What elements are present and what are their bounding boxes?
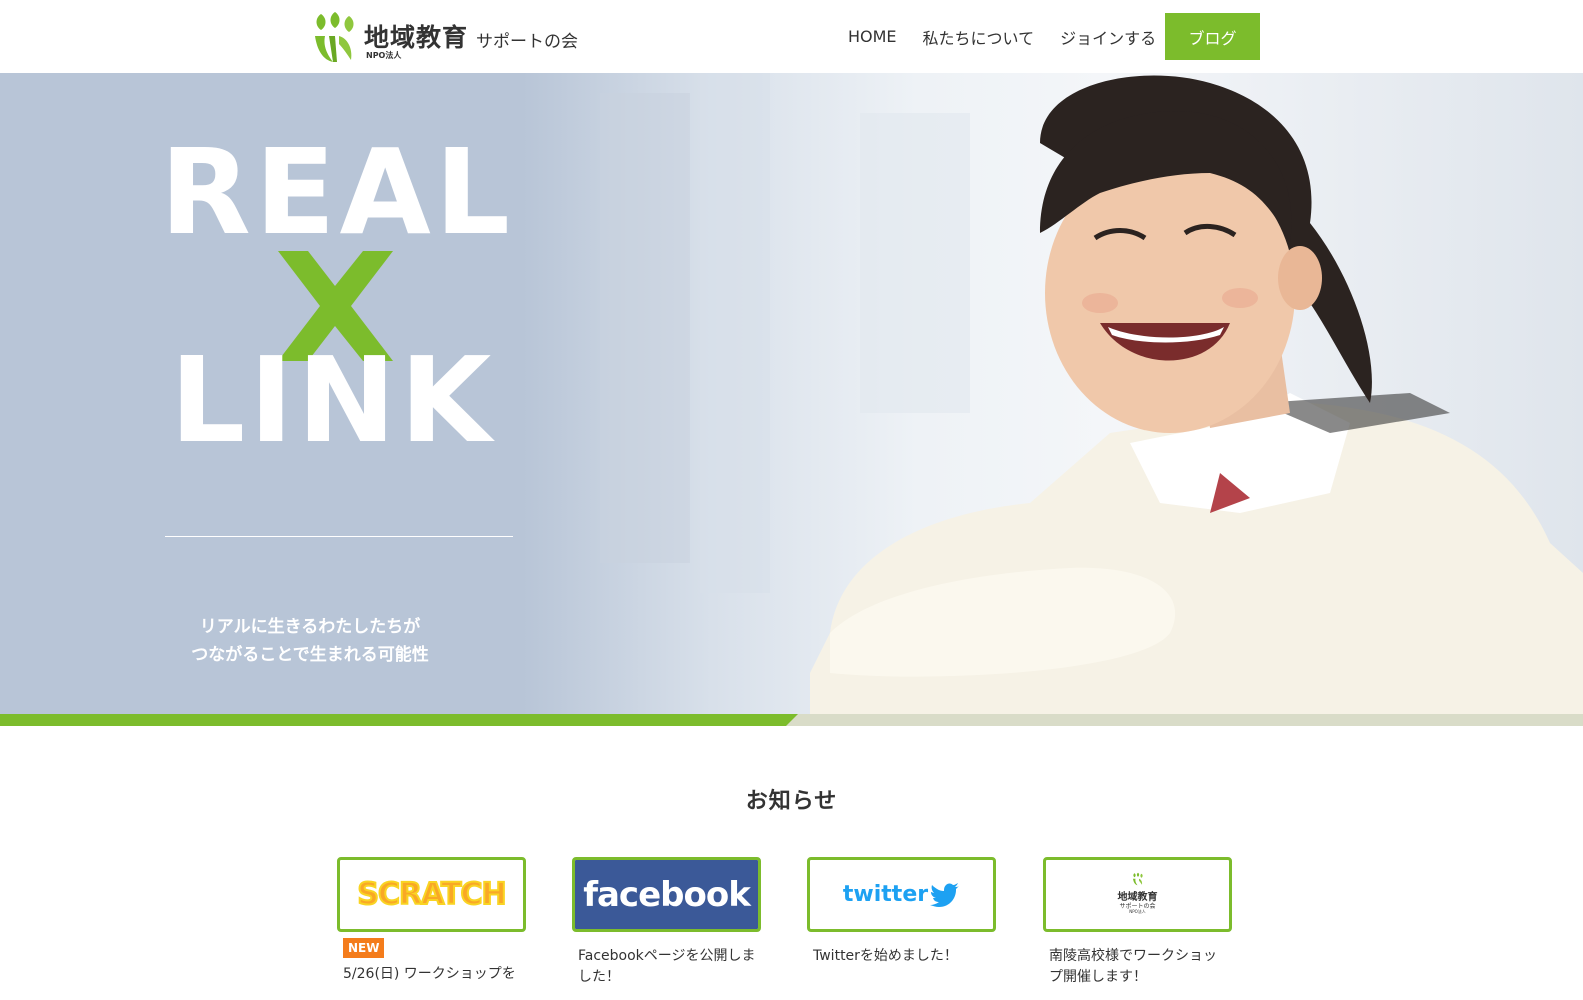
hero-student-photo xyxy=(810,75,1583,716)
logo-leaf-icon xyxy=(315,12,354,62)
news-card-twitter[interactable]: twitter Twitterを始めました！ xyxy=(807,857,996,967)
twitter-logo-text: twitter xyxy=(842,882,929,907)
new-badge: NEW xyxy=(343,938,385,958)
nav-join[interactable]: ジョインする xyxy=(1060,25,1156,49)
logo-leaf-icon xyxy=(1132,872,1143,885)
twitter-bird-icon xyxy=(930,882,960,907)
logo-main-text: 地域教育 xyxy=(364,23,469,52)
hero-bottom-band xyxy=(0,714,1583,726)
org-logo-small-npo: NPO法人 xyxy=(1129,908,1146,914)
news-card-facebook[interactable]: facebook Facebookページを公開しました！ xyxy=(572,857,761,988)
main-nav: HOME 私たちについて ジョインする xyxy=(848,13,1182,60)
tagline-line-2: つながることで生まれる可能性 xyxy=(191,645,429,665)
news-thumbnail[interactable]: facebook xyxy=(572,857,761,932)
news-card-workshop[interactable]: 地域教育 サポートの会 NPO法人 南陵高校様でワークショップ開催します！ xyxy=(1043,857,1232,988)
hero-divider xyxy=(165,536,513,537)
news-card-text[interactable]: 5/26(日) ワークショップを xyxy=(343,964,523,985)
hero-tagline: リアルに生きるわたしたちが つながることで生まれる可能性 xyxy=(165,613,455,669)
facebook-logo-text: facebook xyxy=(583,874,751,915)
site-logo[interactable]: 地域教育 サポートの会 NPO法人 xyxy=(311,8,591,64)
site-header: 地域教育 サポートの会 NPO法人 HOME 私たちについて ジョインする ブロ… xyxy=(0,0,1583,73)
news-card-text[interactable]: 南陵高校様でワークショップ開催します！ xyxy=(1049,946,1229,988)
background-building xyxy=(600,93,690,563)
news-thumbnail[interactable]: SCRATCH xyxy=(337,857,526,932)
nav-about[interactable]: 私たちについて xyxy=(923,25,1035,49)
logo-sub-text: サポートの会 xyxy=(476,32,578,52)
hero-banner: REAL LINK リアルに生きるわたしたちが つながることで生まれる可能性 xyxy=(0,73,1583,716)
logo-npo-text: NPO法人 xyxy=(366,51,402,60)
background-building xyxy=(700,73,770,593)
nav-blog-button[interactable]: ブログ xyxy=(1165,13,1260,60)
tagline-line-1: リアルに生きるわたしたちが xyxy=(199,617,421,637)
news-section-title: お知らせ xyxy=(745,789,838,814)
org-logo-small: 地域教育 サポートの会 NPO法人 xyxy=(1108,872,1168,918)
news-card-text[interactable]: Twitterを始めました！ xyxy=(813,946,993,967)
news-thumbnail[interactable]: twitter xyxy=(807,857,996,932)
facebook-logo: facebook xyxy=(575,860,758,929)
hero-headline-real: REAL xyxy=(160,123,514,261)
news-card-text[interactable]: Facebookページを公開しました！ xyxy=(578,946,758,988)
news-card-scratch[interactable]: SCRATCH NEW 5/26(日) ワークショップを xyxy=(337,857,526,985)
scratch-logo: SCRATCH xyxy=(356,876,507,913)
hero-headline-link: LINK xyxy=(170,331,496,469)
news-thumbnail[interactable]: 地域教育 サポートの会 NPO法人 xyxy=(1043,857,1232,932)
nav-home[interactable]: HOME xyxy=(848,27,897,46)
